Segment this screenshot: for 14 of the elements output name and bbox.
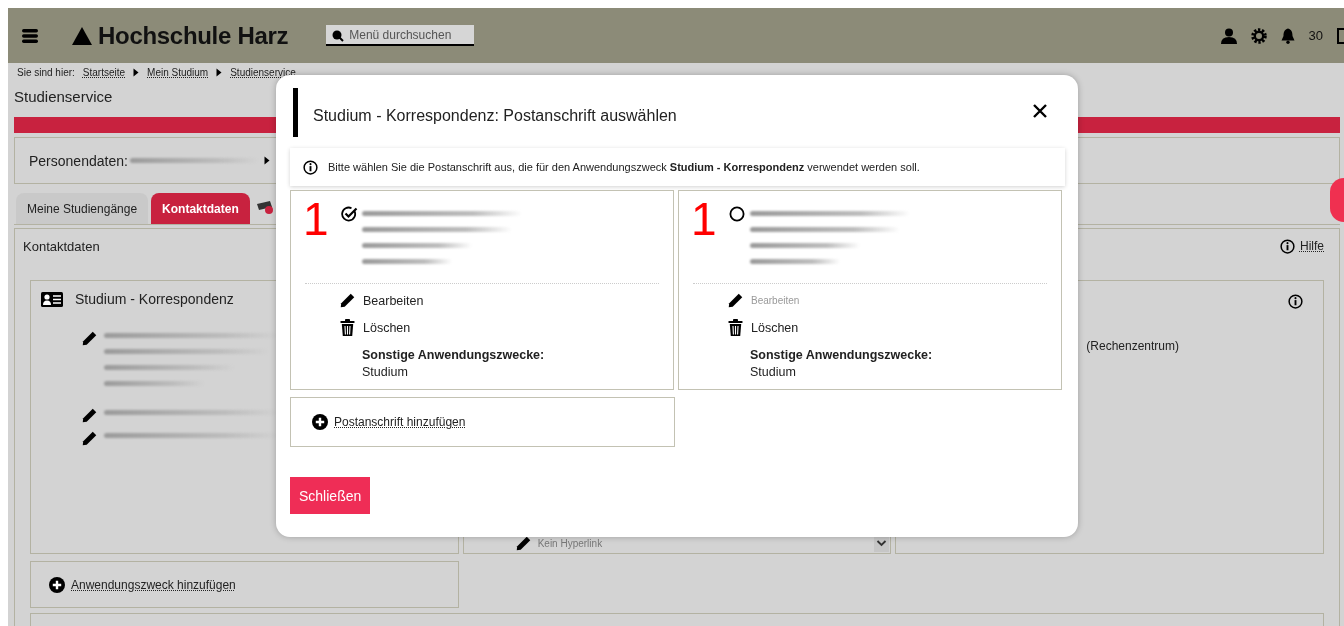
- address-number: 1: [691, 199, 718, 247]
- field-value: Studium: [362, 365, 408, 379]
- field-value: Studium: [750, 365, 796, 379]
- page-title: Studienservice: [14, 88, 113, 105]
- section-title: Kontaktdaten: [23, 238, 100, 254]
- card-title: Studium - Korrespondenz: [75, 291, 234, 307]
- breadcrumb-label: Sie sind hier:: [17, 66, 75, 78]
- info-text: Bitte wählen Sie die Postanschrift aus, die für den Anwendungszweck Studium - Korrespondenz verwendet werden soll.: [328, 161, 920, 173]
- panel-label: Personendaten:: [29, 152, 128, 169]
- card-text: (Rechenzentrum): [1086, 339, 1180, 353]
- field-label: Sonstige Anwendungszwecke:: [750, 347, 934, 364]
- dialog-title: Studium - Korrespondenz: Postanschrift auswählen: [313, 105, 677, 125]
- address-number: 1: [303, 199, 330, 247]
- field-label: Sonstige Anwendungszwecke:: [362, 347, 546, 364]
